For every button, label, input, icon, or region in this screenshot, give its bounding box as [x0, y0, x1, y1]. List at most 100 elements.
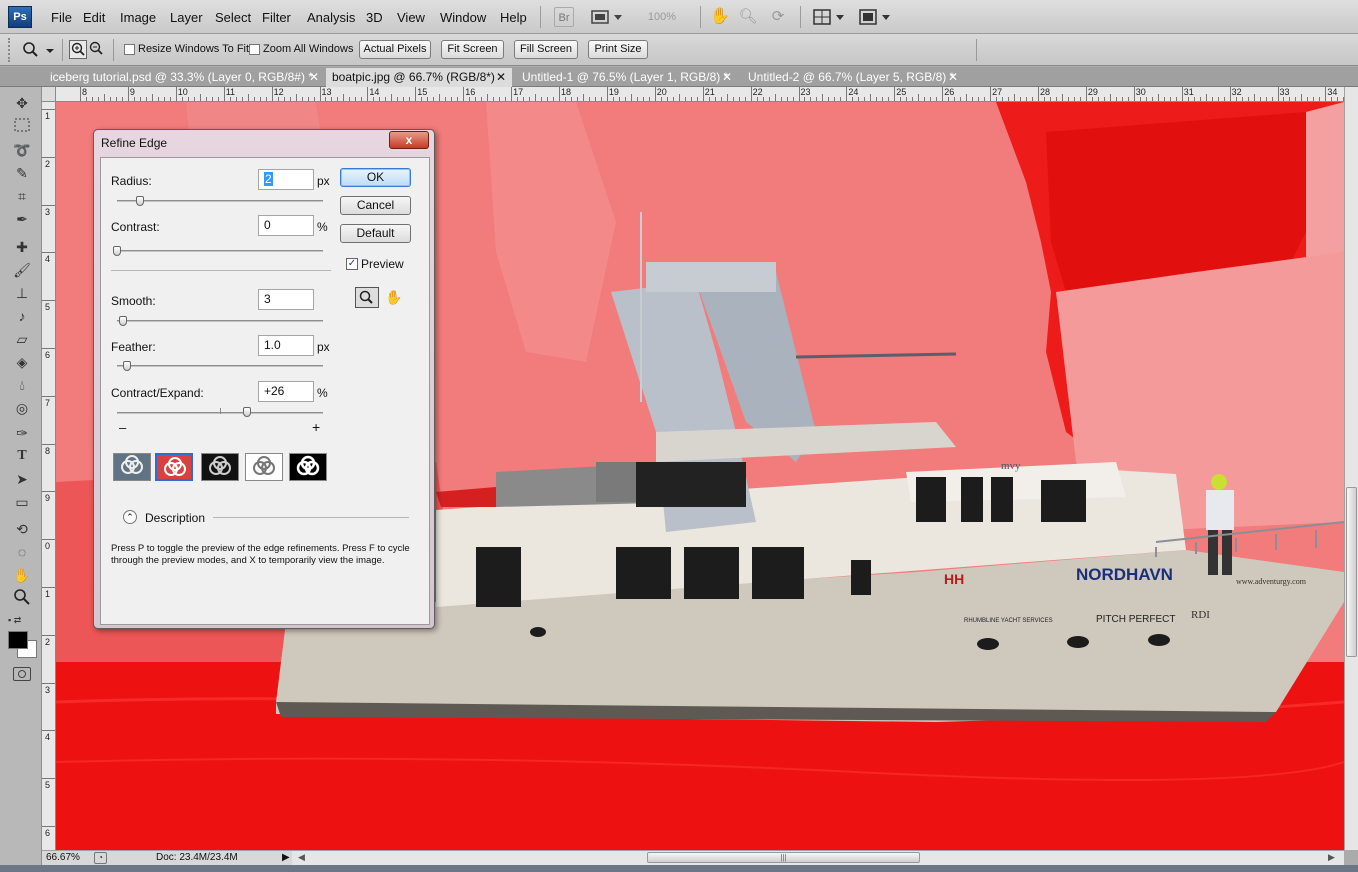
default-colors-icon[interactable]: ▪ ⇄: [8, 615, 34, 625]
smooth-slider-track[interactable]: [117, 320, 323, 322]
arrange-documents-button[interactable]: [812, 7, 848, 27]
eyedropper-tool-icon[interactable]: ✒: [11, 209, 33, 229]
feather-slider-track[interactable]: [117, 365, 323, 367]
dodge-tool-icon[interactable]: ◎: [11, 398, 33, 418]
tab-close-icon[interactable]: ✕: [722, 68, 732, 87]
zoom-tool-icon[interactable]: [11, 588, 33, 608]
3d-rotate-tool-icon[interactable]: ⟲: [11, 519, 33, 539]
ruler-origin[interactable]: [42, 87, 56, 102]
default-button[interactable]: Default: [340, 224, 411, 243]
radius-slider-track[interactable]: [117, 200, 323, 202]
view-mode-standard[interactable]: [113, 453, 151, 481]
zoom-level-dropdown[interactable]: 100%: [637, 7, 687, 27]
scroll-right-arrow-icon[interactable]: ▶: [1328, 852, 1335, 863]
view-mode-on-white[interactable]: [245, 453, 283, 481]
checkbox-box[interactable]: [124, 43, 135, 55]
rectangle-tool-icon[interactable]: ▭: [11, 492, 33, 512]
fit-screen-button[interactable]: Fit Screen: [441, 40, 504, 59]
hand-tool-icon[interactable]: ✋: [11, 565, 33, 585]
feather-input[interactable]: 1.0: [258, 335, 314, 356]
blur-tool-icon[interactable]: 💧︎: [11, 375, 33, 395]
view-mode-quick-mask[interactable]: [155, 453, 193, 481]
checkbox-box[interactable]: [249, 43, 260, 55]
contract-expand-input[interactable]: +26: [258, 381, 314, 402]
actual-pixels-button[interactable]: Actual Pixels: [359, 40, 431, 59]
tab-boatpic[interactable]: boatpic.jpg @ 66.7% (RGB/8*) ✕: [326, 68, 512, 87]
cancel-button[interactable]: Cancel: [340, 196, 411, 215]
resize-windows-checkbox[interactable]: Resize Windows To Fit: [124, 43, 249, 55]
quick-mask-icon[interactable]: [13, 667, 31, 681]
tab-close-icon[interactable]: ✕: [309, 68, 319, 87]
zoom-in-mode-button[interactable]: [69, 40, 87, 59]
status-menu-arrow-icon[interactable]: ▶: [282, 851, 290, 865]
tab-untitled-1[interactable]: Untitled-1 @ 76.5% (Layer 1, RGB/8) * ✕: [516, 68, 738, 87]
menu-window[interactable]: Window: [440, 10, 486, 25]
description-collapse-icon[interactable]: ⌃: [123, 510, 137, 524]
menu-file[interactable]: File: [51, 10, 72, 25]
zoom-out-mode-button[interactable]: [88, 40, 106, 59]
menu-filter[interactable]: Filter: [262, 10, 291, 25]
horizontal-scrollbar[interactable]: ◀ ||| ▶: [292, 850, 1344, 865]
3d-orbit-tool-icon[interactable]: ◌: [11, 542, 33, 562]
scroll-left-arrow-icon[interactable]: ◀: [298, 852, 305, 863]
dialog-hand-tool-icon[interactable]: ✋: [383, 287, 405, 308]
smooth-slider-thumb[interactable]: [119, 316, 128, 326]
extras-button[interactable]: [590, 7, 626, 27]
menu-edit[interactable]: Edit: [83, 10, 105, 25]
tab-untitled-2[interactable]: Untitled-2 @ 66.7% (Layer 5, RGB/8) * ✕: [742, 68, 964, 87]
contrast-input[interactable]: 0: [258, 215, 314, 236]
pen-tool-icon[interactable]: ✑: [11, 423, 33, 443]
path-selection-tool-icon[interactable]: ➤: [11, 469, 33, 489]
marquee-tool-icon[interactable]: [11, 117, 33, 137]
zoom-tool-icon[interactable]: 🔍︎: [738, 7, 758, 27]
menu-view[interactable]: View: [397, 10, 425, 25]
rotate-view-icon[interactable]: ⟳: [768, 7, 788, 27]
tab-close-icon[interactable]: ✕: [948, 68, 958, 87]
hand-tool-icon[interactable]: ✋: [710, 7, 730, 27]
fill-screen-button[interactable]: Fill Screen: [514, 40, 578, 59]
move-tool-icon[interactable]: ✥: [11, 93, 33, 113]
view-mode-mask[interactable]: [289, 453, 327, 481]
menu-select[interactable]: Select: [215, 10, 251, 25]
screen-mode-button[interactable]: [858, 7, 894, 27]
menu-layer[interactable]: Layer: [170, 10, 203, 25]
preview-checkbox[interactable]: ✓ Preview: [346, 257, 404, 271]
type-tool-icon[interactable]: T: [11, 446, 33, 466]
bridge-button[interactable]: Br: [554, 7, 574, 27]
vertical-scroll-thumb[interactable]: [1346, 487, 1357, 657]
healing-brush-tool-icon[interactable]: ✚: [11, 237, 33, 257]
contract-expand-slider-thumb[interactable]: [242, 407, 251, 417]
lasso-tool-icon[interactable]: ➰: [11, 140, 33, 160]
vertical-scrollbar[interactable]: [1344, 87, 1358, 850]
quick-selection-tool-icon[interactable]: ✎: [11, 163, 33, 183]
brush-tool-icon[interactable]: 🖌︎: [11, 260, 33, 280]
view-mode-on-black[interactable]: [201, 453, 239, 481]
tool-preset-picker[interactable]: [20, 40, 56, 60]
eraser-tool-icon[interactable]: ▱: [11, 329, 33, 349]
paint-bucket-tool-icon[interactable]: ◈: [11, 352, 33, 372]
menu-image[interactable]: Image: [120, 10, 156, 25]
ok-button[interactable]: OK: [340, 168, 411, 187]
zoom-all-windows-checkbox[interactable]: Zoom All Windows: [249, 43, 353, 55]
contrast-slider-thumb[interactable]: [113, 246, 121, 256]
tab-close-icon[interactable]: ✕: [496, 68, 506, 87]
radius-input[interactable]: 2: [258, 169, 314, 190]
history-brush-tool-icon[interactable]: ♪: [11, 306, 33, 326]
menu-3d[interactable]: 3D: [366, 10, 383, 25]
crop-tool-icon[interactable]: ⌗: [11, 186, 33, 206]
print-size-button[interactable]: Print Size: [588, 40, 648, 59]
contrast-slider-track[interactable]: [117, 250, 323, 252]
tab-iceberg-tutorial[interactable]: iceberg tutorial.psd @ 33.3% (Layer 0, R…: [44, 68, 322, 87]
clone-stamp-tool-icon[interactable]: ⊥: [11, 283, 33, 303]
dialog-zoom-tool-button[interactable]: [355, 287, 379, 308]
foreground-color-swatch[interactable]: [8, 631, 28, 649]
horizontal-scroll-thumb[interactable]: |||: [647, 852, 920, 863]
dialog-close-button[interactable]: x: [389, 131, 429, 149]
menu-help[interactable]: Help: [500, 10, 527, 25]
menu-analysis[interactable]: Analysis: [307, 10, 355, 25]
radius-slider-thumb[interactable]: [135, 196, 144, 206]
smooth-input[interactable]: 3: [258, 289, 314, 310]
status-zoom[interactable]: 66.67%: [46, 851, 80, 865]
preview-check-icon[interactable]: ✓: [346, 258, 358, 270]
feather-slider-thumb[interactable]: [123, 361, 132, 371]
